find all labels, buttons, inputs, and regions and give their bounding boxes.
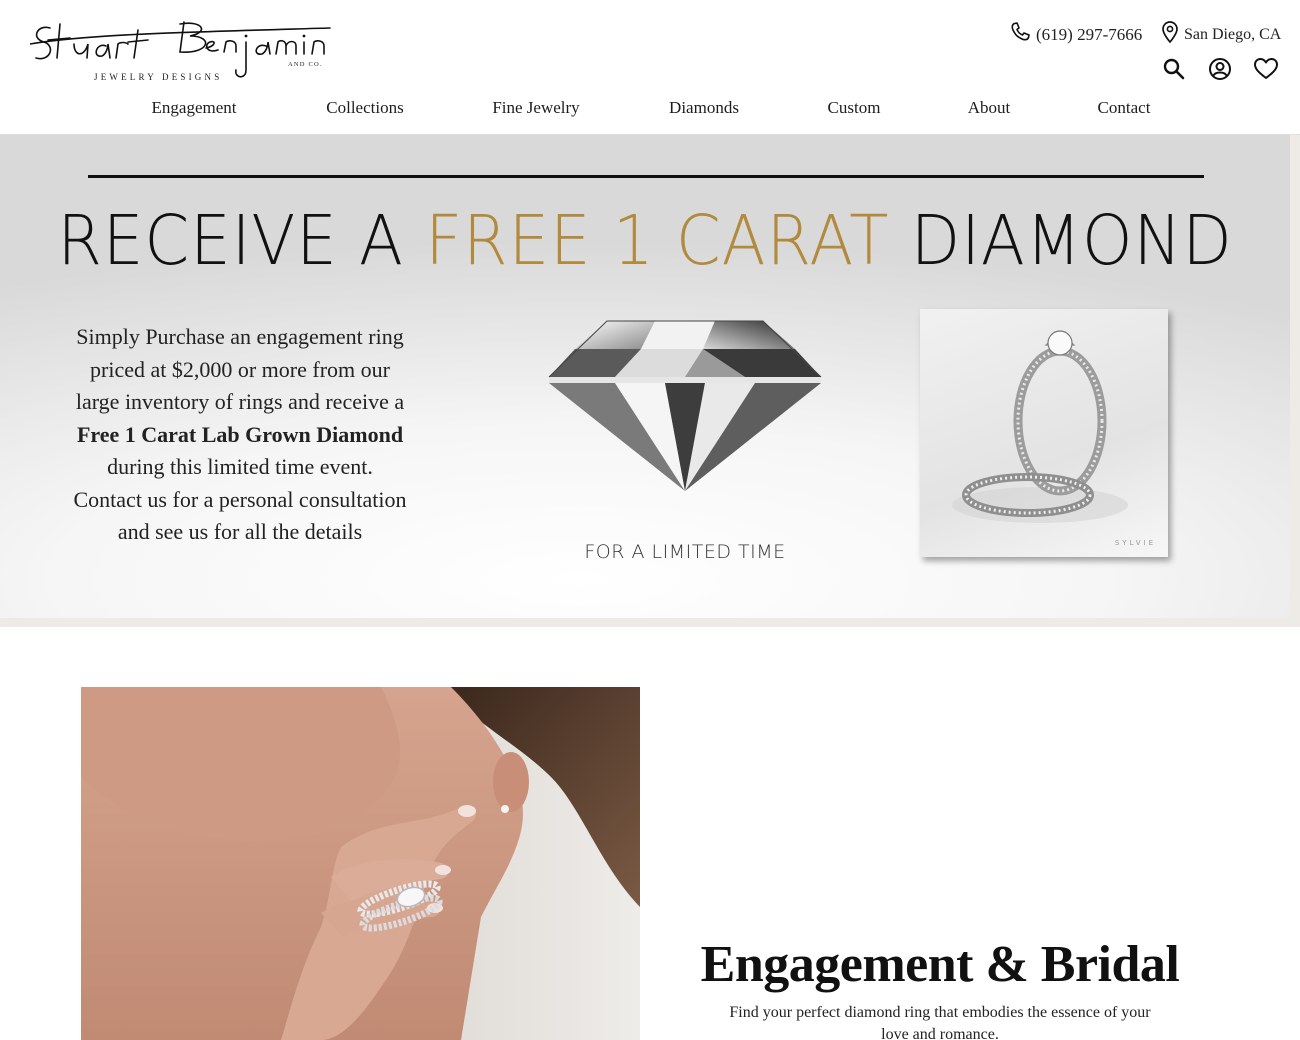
nav-item-custom[interactable]: Custom bbox=[828, 98, 881, 118]
promo-banner[interactable]: RECEIVE A FREE 1 CARAT DIAMOND Simply Pu… bbox=[0, 135, 1300, 627]
phone-number: (619) 297-7666 bbox=[1036, 24, 1143, 44]
banner-divider bbox=[88, 175, 1204, 178]
brand-logo[interactable]: JEWELRY DESIGNS AND CO. bbox=[30, 14, 345, 88]
limited-time-label: FOR A LIMITED TIME bbox=[584, 541, 786, 563]
banner-copy-line: during this limited time event. bbox=[107, 454, 373, 479]
banner-copy-line: Contact us for a personal consultation bbox=[73, 486, 407, 512]
nav-item-engagement[interactable]: Engagement bbox=[152, 98, 237, 118]
store-location[interactable]: San Diego, CA bbox=[1160, 20, 1281, 49]
banner-copy: Simply Purchase an engagement ring price… bbox=[40, 321, 440, 549]
headline-part-1: RECEIVE A bbox=[57, 201, 426, 281]
nav-item-collections[interactable]: Collections bbox=[326, 98, 403, 118]
ring-photo-watermark: SYLVIE bbox=[1114, 539, 1156, 547]
heart-icon[interactable] bbox=[1252, 55, 1280, 83]
search-icon[interactable] bbox=[1160, 55, 1188, 83]
nav-item-contact[interactable]: Contact bbox=[1098, 98, 1151, 118]
engagement-section-title: Engagement & Bridal bbox=[700, 936, 1180, 993]
banner-copy-line: and see us for all the details bbox=[117, 519, 363, 544]
phone-icon bbox=[1008, 20, 1032, 49]
main-nav: Engagement Collections Fine Jewelry Diam… bbox=[0, 98, 1300, 126]
banner-copy-offer: Free 1 Carat Lab Grown Diamond bbox=[76, 421, 404, 447]
logo-subtitle: JEWELRY DESIGNS bbox=[94, 72, 222, 82]
location-label: San Diego, CA bbox=[1184, 25, 1282, 43]
banner-copy-line: Simply Purchase an engagement ring bbox=[76, 324, 404, 349]
headline-highlight: FREE 1 CARAT bbox=[425, 201, 890, 281]
engagement-section-subtitle: Find your perfect diamond ring that embo… bbox=[729, 1004, 1151, 1040]
logo-suffix: AND CO. bbox=[288, 61, 323, 68]
location-pin-icon bbox=[1160, 20, 1180, 49]
nav-item-fine-jewelry[interactable]: Fine Jewelry bbox=[492, 98, 579, 118]
header-tools bbox=[1160, 55, 1280, 83]
ring-product-image: SYLVIE bbox=[920, 309, 1168, 557]
banner-headline: RECEIVE A FREE 1 CARAT DIAMOND bbox=[45, 201, 1245, 281]
headline-part-2: DIAMOND bbox=[889, 201, 1233, 281]
nav-item-about[interactable]: About bbox=[968, 98, 1011, 118]
diamond-image bbox=[545, 315, 825, 495]
engagement-lifestyle-image[interactable] bbox=[81, 687, 640, 1040]
site-header: JEWELRY DESIGNS AND CO. (619) 297-7666 S… bbox=[0, 0, 1300, 135]
banner-copy-line: priced at $2,000 or more from our bbox=[90, 356, 390, 382]
promo-banner-panel: RECEIVE A FREE 1 CARAT DIAMOND Simply Pu… bbox=[0, 135, 1290, 618]
account-icon[interactable] bbox=[1206, 55, 1234, 83]
nav-item-diamonds[interactable]: Diamonds bbox=[669, 98, 739, 118]
banner-copy-line: large inventory of rings and receive a bbox=[75, 389, 405, 414]
phone-link[interactable]: (619) 297-7666 bbox=[1008, 20, 1142, 49]
